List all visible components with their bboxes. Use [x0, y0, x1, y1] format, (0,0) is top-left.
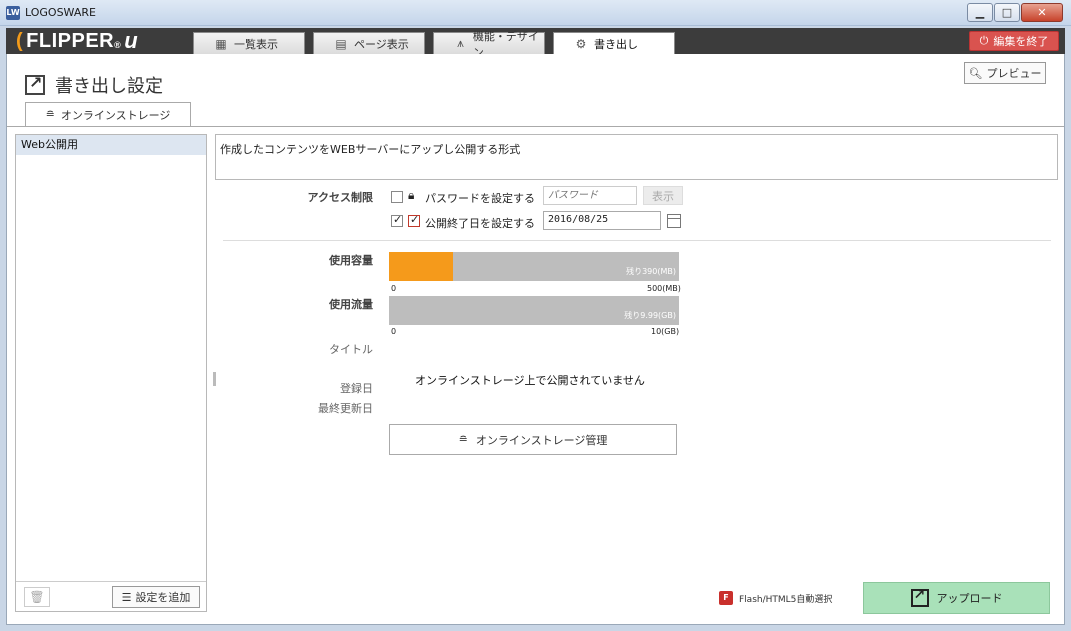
- tab-online-storage[interactable]: ≘ オンラインストレージ: [25, 102, 191, 126]
- upload-icon: [910, 587, 929, 607]
- list-item[interactable]: Web公開用: [16, 135, 206, 155]
- add-setting-button[interactable]: ☰ 設定を追加: [112, 586, 200, 608]
- capacity-bar: 残り390(MB): [389, 252, 679, 281]
- logo-reg: ®: [114, 40, 122, 50]
- not-published-message: オンラインストレージ上で公開されていません: [415, 374, 645, 387]
- pane-splitter[interactable]: [213, 372, 216, 386]
- traffic-max: 10(GB): [651, 327, 680, 336]
- description-box: 作成したコンテンツをWEBサーバーにアップし公開する形式: [215, 134, 1058, 180]
- expiry-date-field[interactable]: 2016/08/25: [543, 211, 661, 230]
- flash-label: Flash/HTML5自動選択: [739, 594, 833, 605]
- tab-label: 書き出し: [594, 37, 638, 51]
- main-tabs: ▦ 一覧表示 ▤ ページ表示 ⩚ 機能・デザイン ⚙ 書き出し: [193, 30, 675, 59]
- access-label: アクセス制限: [307, 191, 373, 204]
- window-title: LOGOSWARE: [25, 6, 96, 19]
- tab-list-view[interactable]: ▦ 一覧表示: [193, 32, 305, 54]
- minimize-button[interactable]: ▁: [967, 3, 993, 22]
- flipper-logo: ( FLIPPER ® u: [16, 28, 139, 53]
- registered-label: 登録日: [340, 382, 373, 395]
- password-input[interactable]: [543, 186, 637, 205]
- upload-button[interactable]: アップロード: [863, 582, 1050, 614]
- traffic-bar: 残り9.99(GB): [389, 296, 679, 325]
- storage-manage-button[interactable]: ≘ オンラインストレージ管理: [389, 424, 677, 455]
- show-password-button[interactable]: 表示: [643, 186, 683, 205]
- capacity-remaining: 残り390(MB): [626, 267, 676, 276]
- wifi-icon: ≘: [458, 433, 468, 446]
- delete-button[interactable]: 🗑︎: [24, 587, 50, 607]
- settings-list-pane: Web公開用 🗑︎ ☰ 設定を追加: [15, 134, 207, 612]
- grid-icon: ▦: [215, 36, 227, 51]
- close-button[interactable]: ✕: [1021, 3, 1063, 22]
- app-icon: LW: [6, 6, 20, 20]
- flash-html5-icon: F: [719, 591, 733, 605]
- window-titlebar: LW LOGOSWARE ▁ □ ✕: [0, 0, 1071, 26]
- logo-suffix: u: [124, 28, 139, 53]
- upload-label: アップロード: [936, 592, 1003, 605]
- capacity-label: 使用容量: [329, 254, 373, 267]
- preview-label: プレビュー: [986, 67, 1042, 80]
- calendar-icon[interactable]: [667, 214, 681, 228]
- maximize-button[interactable]: □: [994, 3, 1020, 22]
- storage-manage-label: オンラインストレージ管理: [475, 433, 608, 447]
- preview-button[interactable]: 🔍︎ プレビュー: [964, 62, 1046, 84]
- page-heading: 書き出し設定: [25, 72, 163, 98]
- flash-html5-option[interactable]: F Flash/HTML5自動選択: [719, 591, 832, 605]
- capacity-bar-fill: [389, 252, 453, 281]
- capacity-min: 0: [391, 284, 397, 293]
- tab-export[interactable]: ⚙ 書き出し: [553, 32, 675, 54]
- password-checkbox[interactable]: [391, 191, 403, 203]
- trash-icon: 🗑︎: [29, 590, 45, 604]
- add-setting-label: 設定を追加: [135, 591, 191, 604]
- expiry-checkbox[interactable]: [391, 213, 403, 227]
- list-footer: 🗑︎ ☰ 設定を追加: [16, 581, 206, 611]
- title-label: タイトル: [329, 343, 373, 356]
- design-icon: ⩚: [457, 36, 464, 50]
- capacity-max: 500(MB): [647, 284, 681, 293]
- password-option-label: パスワードを設定する: [425, 192, 535, 205]
- tab-label: 一覧表示: [234, 37, 278, 51]
- section-divider: [223, 240, 1051, 241]
- subtab-divider: [7, 126, 1064, 127]
- window-controls: ▁ □ ✕: [967, 3, 1063, 22]
- subtab-label: オンラインストレージ: [60, 108, 171, 122]
- main-panel: 書き出し設定 🔍︎ プレビュー ≘ オンラインストレージ Web公開用 🗑︎ ☰…: [6, 54, 1065, 625]
- power-icon: ⏻: [979, 34, 989, 47]
- top-navbar: ( FLIPPER ® u ▦ 一覧表示 ▤ ページ表示 ⩚ 機能・デザイン ⚙…: [6, 28, 1065, 59]
- page-icon: ▤: [335, 36, 347, 51]
- logo-swoosh-icon: (: [16, 29, 24, 52]
- updated-label: 最終更新日: [318, 402, 373, 415]
- wifi-icon: ≘: [45, 108, 55, 121]
- traffic-label: 使用流量: [329, 298, 373, 311]
- traffic-min: 0: [391, 327, 397, 336]
- lock-icon: 🔒︎: [408, 188, 415, 202]
- export-icon: [25, 73, 45, 95]
- gear-icon: ⚙: [575, 36, 587, 51]
- page-title: 書き出し設定: [55, 76, 163, 97]
- logo-brand: FLIPPER: [26, 29, 115, 52]
- add-list-icon: ☰: [121, 590, 132, 604]
- end-editing-button[interactable]: ⏻ 編集を終了: [969, 31, 1059, 51]
- tab-design[interactable]: ⩚ 機能・デザイン: [433, 30, 545, 59]
- traffic-remaining: 残り9.99(GB): [624, 311, 676, 320]
- preview-icon: 🔍︎: [968, 66, 983, 80]
- calendar-check-icon: [408, 213, 420, 227]
- tab-label: ページ表示: [354, 37, 409, 51]
- end-editing-label: 編集を終了: [993, 35, 1049, 48]
- expiry-option-label: 公開終了日を設定する: [425, 217, 535, 230]
- tab-page-view[interactable]: ▤ ページ表示: [313, 32, 425, 54]
